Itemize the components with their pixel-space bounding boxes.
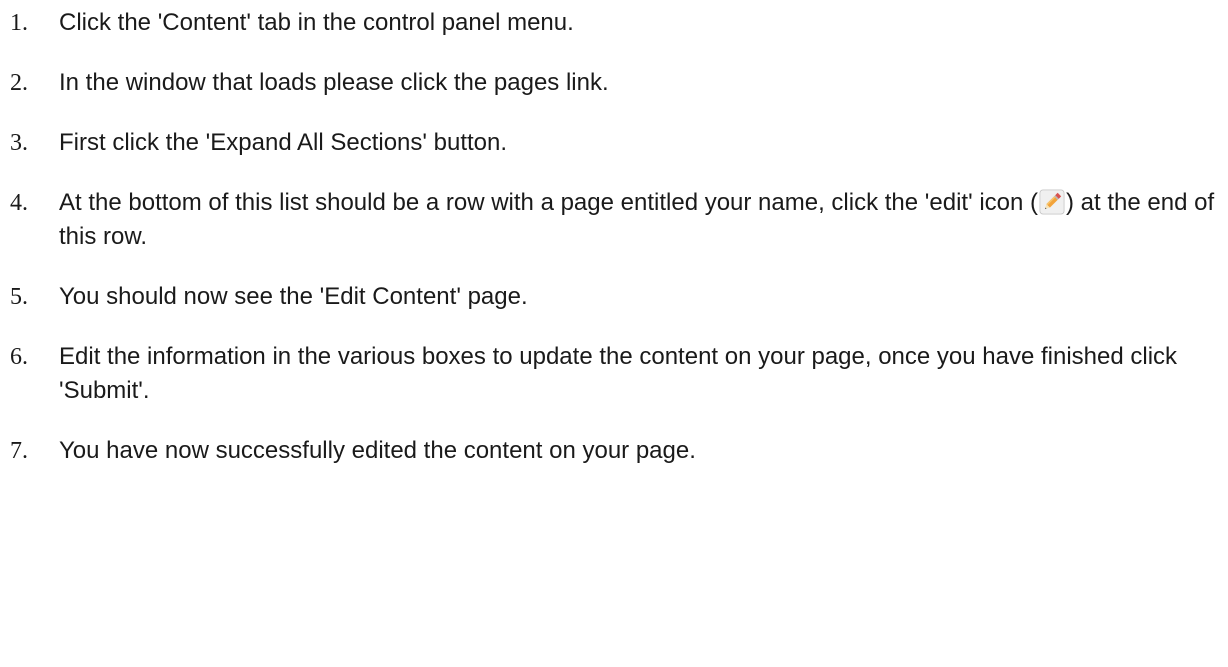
instruction-steps: 1. Click the 'Content' tab in the contro… — [10, 6, 1220, 468]
step-5: 5. You should now see the 'Edit Content'… — [10, 280, 1220, 314]
step-number: 4. — [10, 190, 28, 216]
step-number: 7. — [10, 438, 28, 464]
step-text-before-icon: At the bottom of this list should be a r… — [59, 189, 1039, 216]
step-number: 5. — [10, 284, 28, 310]
step-3: 3. First click the 'Expand All Sections'… — [10, 126, 1220, 160]
step-number: 6. — [10, 344, 28, 370]
step-4: 4. At the bottom of this list should be … — [10, 186, 1220, 254]
step-7: 7. You have now successfully edited the … — [10, 434, 1220, 468]
step-1: 1. Click the 'Content' tab in the contro… — [10, 6, 1220, 40]
step-number: 2. — [10, 70, 28, 96]
step-2: 2. In the window that loads please click… — [10, 66, 1220, 100]
pencil-edit-icon — [1039, 189, 1065, 215]
step-6: 6. Edit the information in the various b… — [10, 340, 1220, 408]
step-text: Edit the information in the various boxe… — [59, 343, 1178, 404]
step-number: 3. — [10, 130, 28, 156]
step-text: You should now see the 'Edit Content' pa… — [59, 283, 528, 310]
step-text: You have now successfully edited the con… — [59, 437, 696, 464]
step-text: First click the 'Expand All Sections' bu… — [59, 129, 508, 156]
step-text: In the window that loads please click th… — [59, 69, 609, 96]
step-text: At the bottom of this list should be a r… — [59, 186, 1220, 254]
step-number: 1. — [10, 10, 28, 36]
step-text: Click the 'Content' tab in the control p… — [59, 9, 574, 36]
